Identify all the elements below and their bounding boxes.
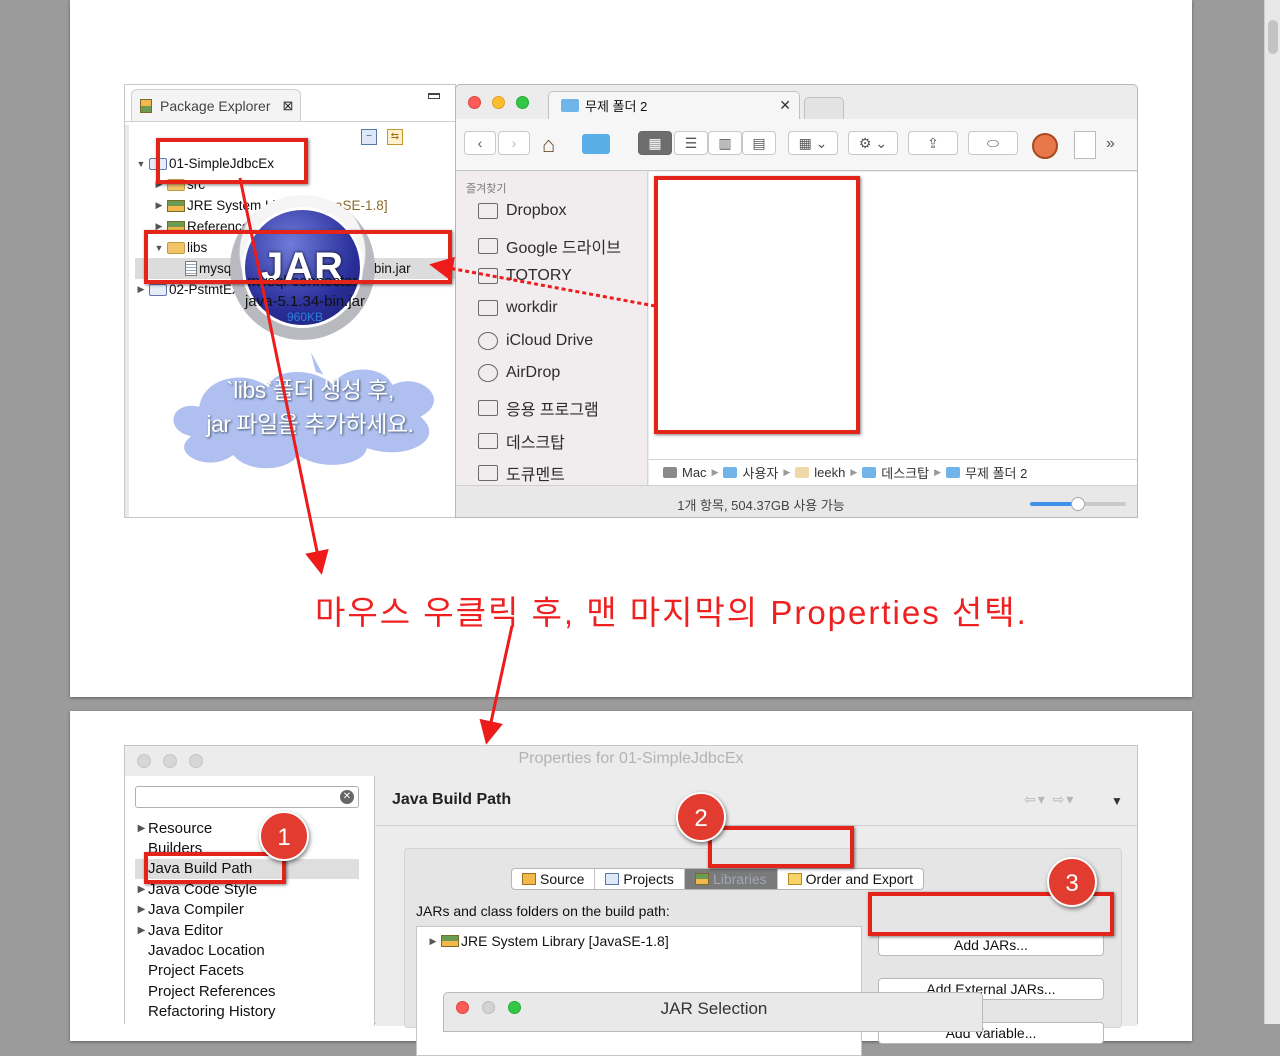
- step-badge-3: 3: [1047, 857, 1097, 907]
- order-export-tab-icon: [787, 873, 802, 885]
- instruction-text: 마우스 우클릭 후, 맨 마지막의 Properties 선택.: [315, 594, 1028, 631]
- history-arrows[interactable]: ⇦▾ ⇨▾: [1024, 791, 1075, 808]
- jar-selection-dialog: JAR Selection: [443, 992, 983, 1032]
- highlight-libraries-tab: [708, 826, 854, 868]
- nav-item[interactable]: ▶ Resource: [135, 818, 213, 838]
- view-menu-icon[interactable]: ▼: [1111, 794, 1123, 808]
- clear-filter-icon[interactable]: ✕: [340, 790, 354, 804]
- tab-label: Source: [540, 871, 585, 887]
- expand-triangle-icon[interactable]: ▶: [135, 904, 148, 915]
- tab-libraries[interactable]: Libraries: [684, 869, 778, 889]
- add-jars-button[interactable]: Add JARs...: [878, 934, 1104, 956]
- properties-nav: ✕ ▶ Resource Builders Java Build Path ▶ Java …: [125, 776, 375, 1026]
- step-badge-2: 2: [676, 792, 726, 842]
- build-path-tabs: Source Projects Libraries Order and Export: [511, 868, 925, 890]
- nav-item-label: Javadoc Location: [148, 941, 265, 959]
- tab-order-and-export[interactable]: Order and Export: [778, 869, 923, 889]
- page-scrollbar[interactable]: [1264, 0, 1280, 1024]
- expand-triangle-icon[interactable]: ▶: [135, 823, 148, 834]
- nav-item-label: Resource: [148, 819, 213, 837]
- highlight-java-build-path: [144, 852, 286, 884]
- back-arrow-icon[interactable]: ⇦▾: [1024, 791, 1047, 807]
- page-heading: Java Build Path: [392, 791, 512, 808]
- libraries-tab-icon: [694, 873, 709, 885]
- build-path-label: JARs and class folders on the build path…: [416, 903, 670, 919]
- tab-label: Projects: [623, 871, 674, 887]
- nav-item-label: Project References: [148, 982, 276, 1000]
- expand-triangle-icon[interactable]: ▶: [427, 936, 439, 947]
- nav-item-label: Refactoring History: [148, 1003, 276, 1021]
- expand-triangle-icon[interactable]: ▶: [135, 925, 148, 936]
- scrollbar-thumb[interactable]: [1268, 20, 1278, 54]
- library-icon: [441, 935, 459, 947]
- nav-item[interactable]: Refactoring History: [135, 1002, 276, 1022]
- dialog-title: Properties for 01-SimpleJdbcEx: [518, 750, 744, 767]
- library-list[interactable]: ▶ JRE System Library [JavaSE-1.8]: [416, 926, 862, 1056]
- step-badge-1: 1: [259, 811, 309, 861]
- nav-item[interactable]: Project Facets: [135, 961, 244, 981]
- properties-dialog: Properties for 01-SimpleJdbcEx ✕ ▶ Resour…: [124, 745, 1138, 1056]
- forward-arrow-icon[interactable]: ⇨▾: [1053, 791, 1076, 807]
- nav-item-label: Java Compiler: [148, 901, 244, 919]
- tab-label: Order and Export: [805, 871, 914, 887]
- nav-item[interactable]: ▶ Java Compiler: [135, 900, 244, 920]
- jar-selection-title: JAR Selection: [660, 999, 768, 1018]
- library-row[interactable]: ▶ JRE System Library [JavaSE-1.8]: [427, 933, 669, 949]
- nav-item[interactable]: ▶ Java Editor: [135, 920, 223, 940]
- projects-tab-icon: [605, 873, 620, 885]
- nav-item-label: Project Facets: [148, 962, 244, 980]
- nav-item[interactable]: Project References: [135, 981, 276, 1001]
- expand-triangle-icon[interactable]: ▶: [135, 884, 148, 895]
- library-entry-label: JRE System Library [JavaSE-1.8]: [461, 933, 669, 949]
- nav-item[interactable]: Javadoc Location: [135, 940, 265, 960]
- tab-label: Libraries: [712, 871, 767, 887]
- source-tab-icon: [522, 873, 536, 885]
- tab-projects[interactable]: Projects: [595, 869, 685, 889]
- tab-source[interactable]: Source: [512, 869, 596, 889]
- nav-item-label: Java Editor: [148, 921, 224, 939]
- filter-input[interactable]: ✕: [135, 786, 359, 808]
